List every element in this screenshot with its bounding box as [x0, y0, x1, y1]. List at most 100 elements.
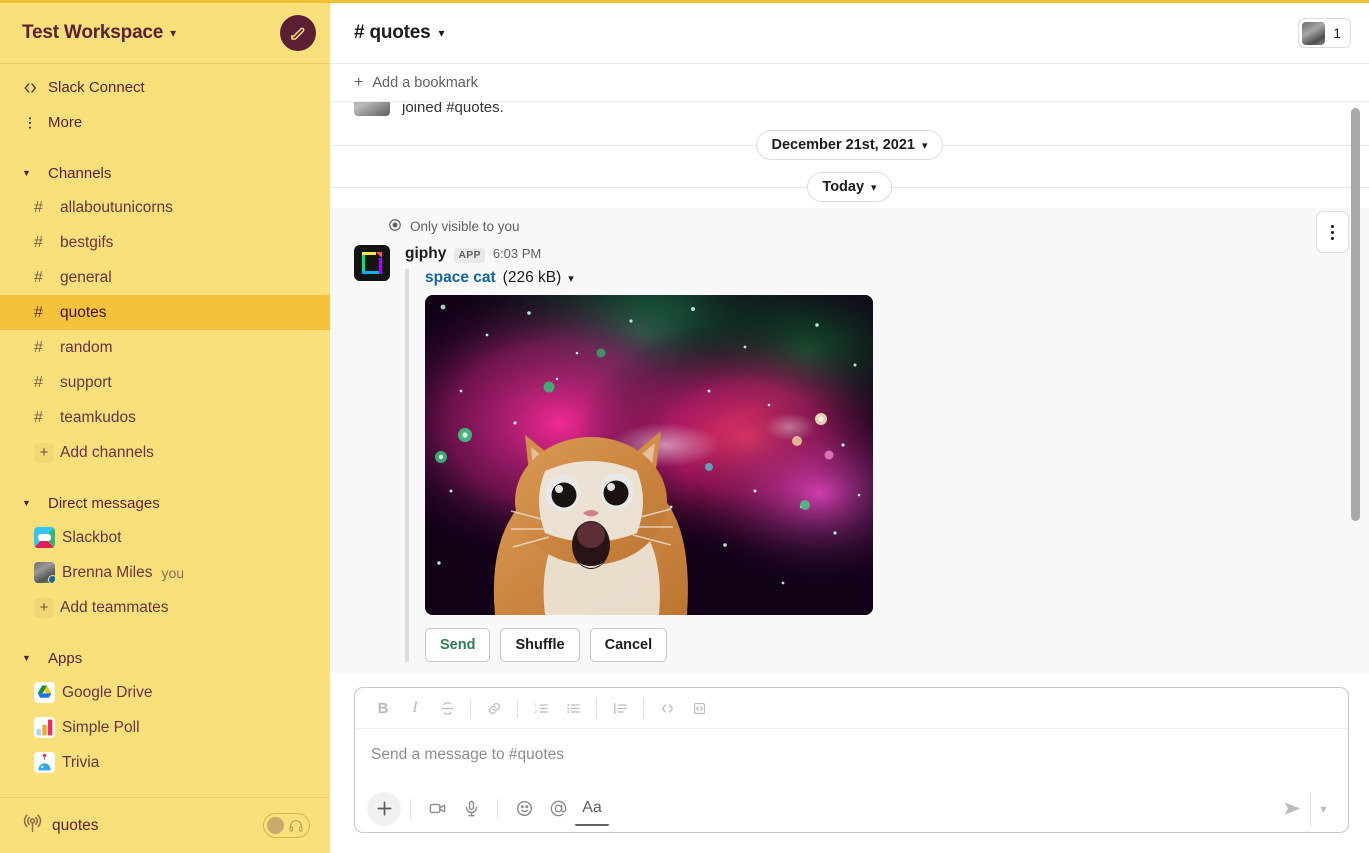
- app-badge: APP: [454, 248, 485, 263]
- italic-icon[interactable]: I: [399, 694, 431, 723]
- plus-icon[interactable]: [367, 791, 401, 826]
- compose-pencil-icon[interactable]: [280, 15, 316, 51]
- composer-toolbar: Aa ▾: [355, 785, 1348, 832]
- bookmark-bar: + Add a bookmark: [330, 64, 1369, 102]
- channel-label: bestgifs: [60, 233, 114, 251]
- add-channels-button[interactable]: + Add channels: [0, 435, 330, 470]
- sidebar-item-support[interactable]: # support: [0, 365, 330, 400]
- member-photo-avatar: [1302, 21, 1326, 45]
- channel-label: random: [60, 338, 113, 356]
- plus-icon: +: [354, 73, 364, 91]
- huddle-toggle[interactable]: [263, 813, 310, 838]
- headphones-icon: [288, 818, 304, 834]
- section-header-apps[interactable]: ▼ Apps: [0, 641, 330, 675]
- send-group: ▾: [1274, 791, 1336, 826]
- video-icon[interactable]: [420, 792, 454, 826]
- cancel-button[interactable]: Cancel: [589, 628, 668, 662]
- add-teammates-button[interactable]: + Add teammates: [0, 590, 330, 625]
- file-size: (226 kB): [502, 269, 562, 286]
- app-label: Google Drive: [62, 683, 153, 701]
- ordered-list-icon[interactable]: 1 2: [525, 694, 557, 723]
- formatting-toggle[interactable]: Aa: [575, 792, 609, 826]
- strikethrough-icon[interactable]: [431, 694, 463, 723]
- chevron-down-icon: ▼: [22, 653, 31, 663]
- message-list-scrollbar[interactable]: [1351, 108, 1360, 521]
- section-header-channels[interactable]: ▼ Channels: [0, 156, 330, 190]
- dm-label: Slackbot: [62, 528, 122, 546]
- members-count-button[interactable]: 1: [1298, 18, 1351, 48]
- chevron-down-icon[interactable]: ▾: [1310, 791, 1336, 826]
- workspace-header[interactable]: Test Workspace ▾: [0, 3, 330, 64]
- bulleted-list-icon[interactable]: [557, 694, 589, 723]
- channel-label: allaboutunicorns: [60, 198, 173, 216]
- date-label: December 21st, 2021: [771, 137, 915, 153]
- sidebar-item-slackbot[interactable]: Slackbot: [0, 520, 330, 555]
- date-divider-today: Today ▾: [330, 166, 1369, 208]
- sidebar-item-general[interactable]: # general: [0, 260, 330, 295]
- slackbot-avatar: [34, 527, 55, 548]
- file-name-link[interactable]: space cat: [425, 269, 496, 287]
- sidebar-item-slack-connect[interactable]: Slack Connect: [0, 70, 330, 105]
- sidebar-item-bestgifs[interactable]: # bestgifs: [0, 225, 330, 260]
- huddle-channel-label: quotes: [52, 816, 99, 834]
- mention-icon[interactable]: [541, 792, 575, 826]
- add-bookmark-button[interactable]: + Add a bookmark: [354, 74, 478, 92]
- plus-icon: +: [34, 442, 54, 463]
- bold-icon[interactable]: B: [367, 694, 399, 723]
- date-divider-button[interactable]: Today ▾: [807, 172, 892, 202]
- sidebar-item-simple-poll[interactable]: Simple Poll: [0, 710, 330, 745]
- emoji-icon[interactable]: [507, 792, 541, 826]
- avatar: [354, 102, 390, 116]
- chevron-down-icon[interactable]: ▾: [568, 272, 574, 285]
- presence-indicator: [48, 575, 55, 583]
- more-actions-kebab-icon[interactable]: [1316, 211, 1349, 253]
- date-divider-december: December 21st, 2021 ▾: [330, 124, 1369, 166]
- send-paperplane-icon[interactable]: [1274, 792, 1310, 826]
- visibility-label: Only visible to you: [410, 219, 520, 234]
- message-body: giphy APP 6:03 PM space cat (226 kB) ▾ S…: [330, 245, 1369, 662]
- sidebar: Test Workspace ▾ Slack Connect More ▼ Ch…: [0, 0, 330, 853]
- blockquote-icon[interactable]: [604, 694, 636, 723]
- message-timestamp[interactable]: 6:03 PM: [493, 246, 541, 261]
- section-label: Direct messages: [48, 494, 160, 512]
- hash-icon: #: [34, 373, 43, 391]
- sidebar-item-brenna-miles[interactable]: Brenna Miles you: [0, 555, 330, 590]
- code-block-icon[interactable]: [683, 694, 715, 723]
- sidebar-item-more[interactable]: More: [0, 105, 330, 140]
- code-icon[interactable]: [651, 694, 683, 723]
- simple-poll-icon: [34, 717, 55, 738]
- sidebar-item-teamkudos[interactable]: # teamkudos: [0, 400, 330, 435]
- hash-icon: #: [34, 198, 43, 216]
- send-button[interactable]: Send: [425, 628, 491, 662]
- sidebar-item-random[interactable]: # random: [0, 330, 330, 365]
- sidebar-item-label: Slack Connect: [48, 79, 145, 96]
- message-author[interactable]: giphy: [405, 245, 446, 263]
- hash-icon: #: [34, 408, 43, 426]
- sidebar-scroll[interactable]: Slack Connect More ▼ Channels # allabout…: [0, 64, 330, 809]
- gif-preview[interactable]: [425, 295, 873, 615]
- sidebar-item-trivia[interactable]: Trivia: [0, 745, 330, 780]
- chevron-down-icon: ▼: [22, 168, 31, 178]
- sidebar-item-google-drive[interactable]: Google Drive: [0, 675, 330, 710]
- date-divider-button[interactable]: December 21st, 2021 ▾: [756, 130, 943, 160]
- message-composer: B I 1 2 Send a message to #quotes Aa ▾: [354, 687, 1349, 833]
- section-header-direct-messages[interactable]: ▼ Direct messages: [0, 486, 330, 520]
- app-label: Trivia: [62, 753, 100, 771]
- giphy-app-avatar[interactable]: [354, 245, 390, 281]
- section-label: Channels: [48, 164, 112, 182]
- message-list[interactable]: joined #quotes. December 21st, 2021 ▾ To…: [330, 102, 1369, 673]
- joined-text: joined #quotes.: [402, 102, 504, 116]
- workspace-name[interactable]: Test Workspace: [22, 22, 163, 44]
- page-title[interactable]: # quotes: [354, 22, 431, 44]
- sidebar-item-quotes[interactable]: # quotes: [0, 295, 330, 330]
- link-icon[interactable]: [478, 694, 510, 723]
- formatting-toolbar: B I 1 2: [355, 688, 1348, 729]
- message-input[interactable]: Send a message to #quotes: [355, 729, 1348, 785]
- add-teammates-label: Add teammates: [60, 598, 169, 616]
- huddle-bar: quotes: [0, 797, 330, 853]
- sidebar-item-allaboutunicorns[interactable]: # allaboutunicorns: [0, 190, 330, 225]
- date-label: Today: [822, 179, 865, 195]
- attachment-block: space cat (226 kB) ▾ Send Shuffle Cancel: [405, 269, 1369, 662]
- shuffle-button[interactable]: Shuffle: [500, 628, 580, 662]
- microphone-icon[interactable]: [454, 792, 488, 826]
